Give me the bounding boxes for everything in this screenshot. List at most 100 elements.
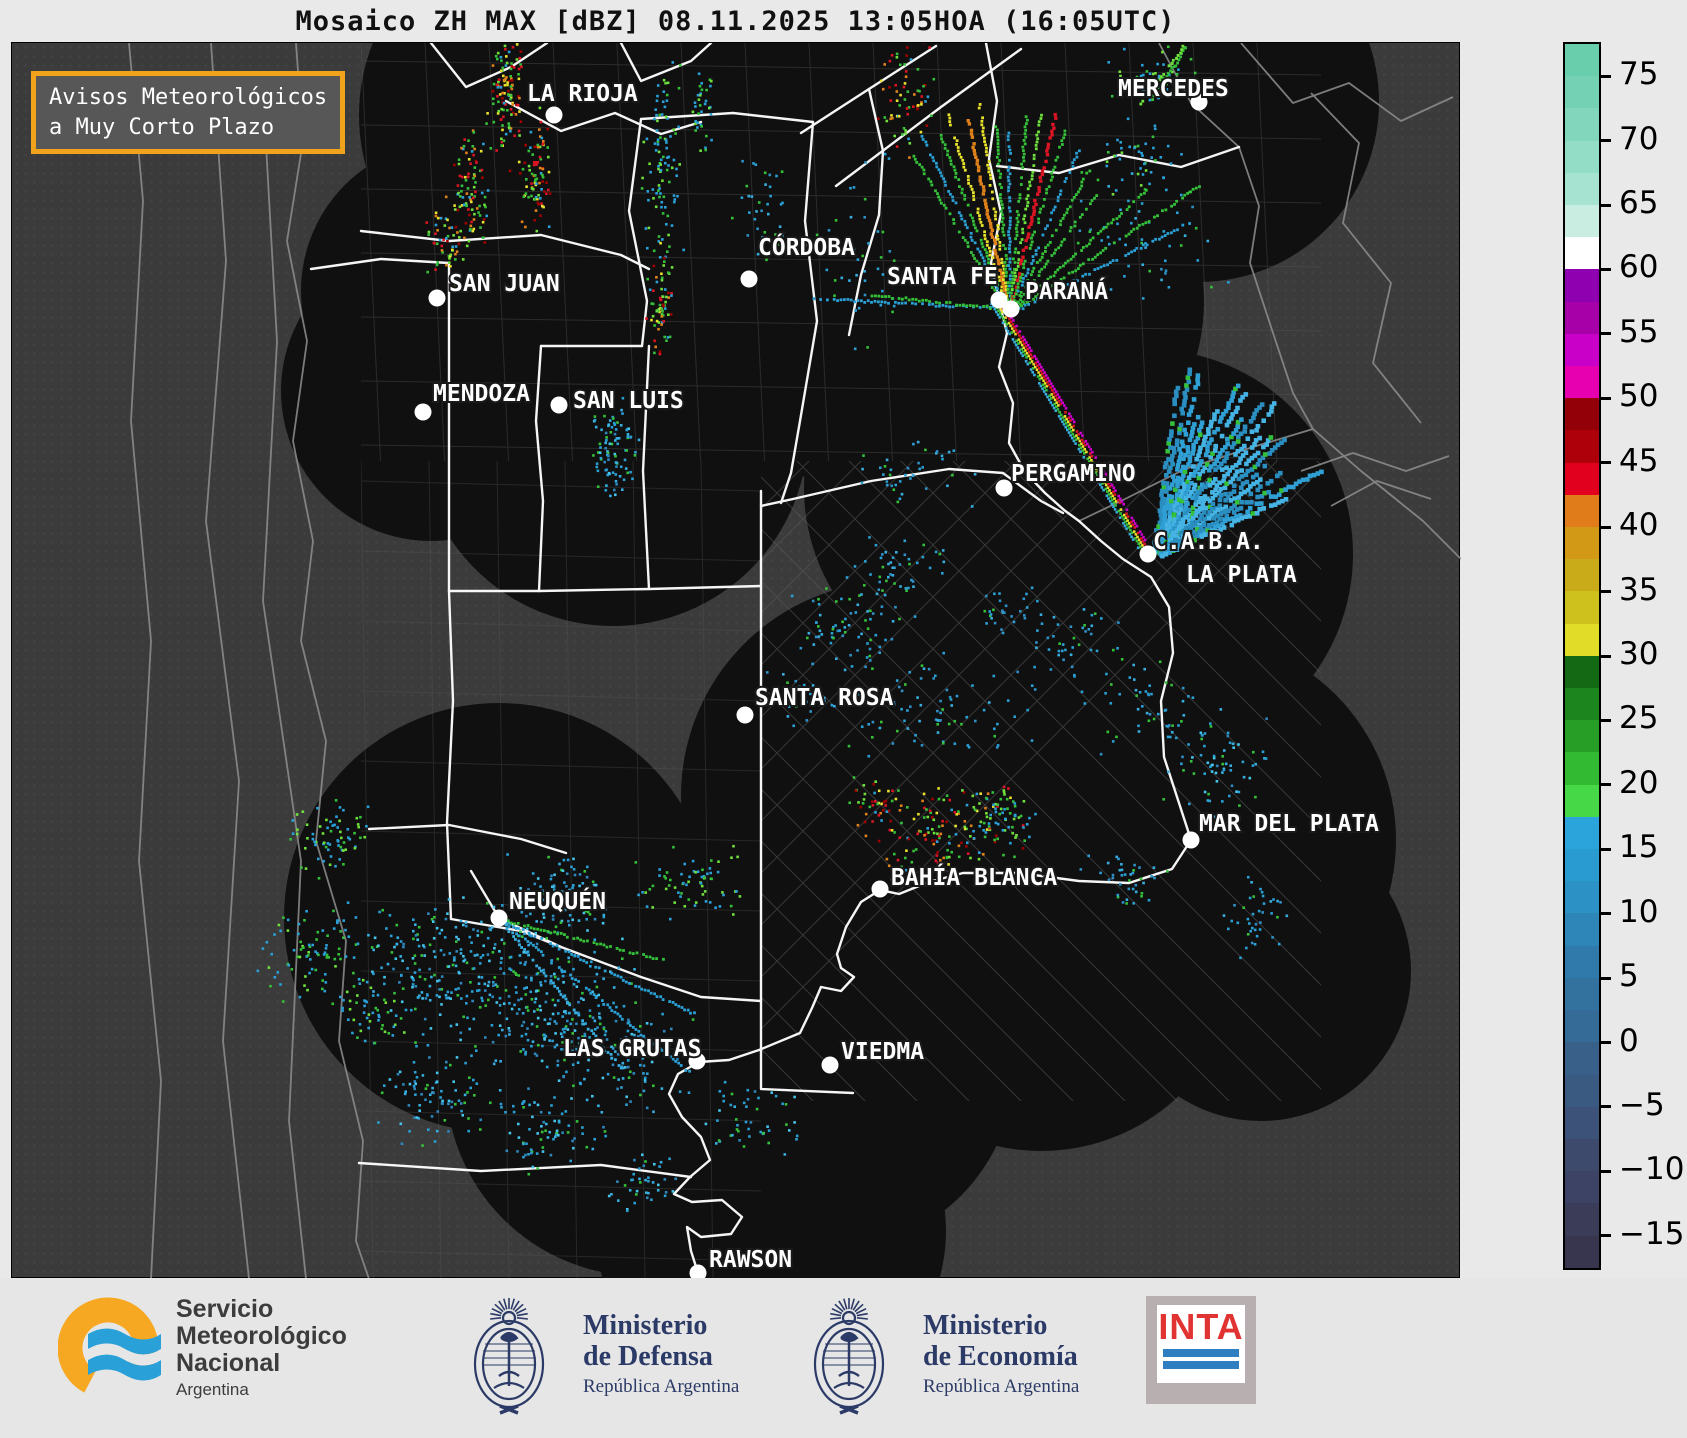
colorbar-segment bbox=[1565, 1203, 1599, 1236]
economia-subtitle: de Economía bbox=[923, 1341, 1078, 1372]
colorbar-segment bbox=[1565, 849, 1599, 882]
economia-country: República Argentina bbox=[923, 1376, 1080, 1398]
colorbar-segment bbox=[1565, 269, 1599, 302]
city-dot bbox=[740, 270, 758, 288]
colorbar-tick bbox=[1601, 461, 1611, 465]
colorbar-segment bbox=[1565, 1010, 1599, 1043]
colorbar-tick bbox=[1601, 654, 1611, 658]
colorbar-tick bbox=[1601, 847, 1611, 851]
colorbar-segment bbox=[1565, 205, 1599, 238]
colorbar-segment bbox=[1565, 945, 1599, 978]
warnings-badge[interactable]: Avisos Meteorológicos a Muy Corto Plazo bbox=[31, 71, 346, 155]
colorbar-segment bbox=[1565, 1171, 1599, 1204]
radar-map[interactable]: MERCEDES LA RIOJA SAN JUAN CÓRDOBA SANTA FE P… bbox=[11, 42, 1461, 1279]
colorbar-tick bbox=[1601, 976, 1611, 980]
colorbar-tick-label: 0 bbox=[1619, 1022, 1639, 1059]
colorbar-tick bbox=[1601, 912, 1611, 916]
colorbar-segment bbox=[1565, 333, 1599, 367]
colorbar-segment bbox=[1565, 720, 1599, 753]
colorbar-segment bbox=[1565, 1106, 1599, 1139]
colorbar-segment bbox=[1565, 559, 1599, 592]
colorbar-tick-label: −15 bbox=[1619, 1215, 1685, 1252]
defensa-country: República Argentina bbox=[583, 1376, 740, 1398]
city-dot bbox=[1002, 300, 1020, 318]
inta-logo: INTA bbox=[1146, 1296, 1256, 1404]
colorbar-segment bbox=[1565, 1042, 1599, 1075]
colorbar-segment bbox=[1565, 76, 1599, 109]
city-dot bbox=[821, 1056, 839, 1074]
coat-of-arms-icon bbox=[473, 1298, 545, 1415]
colorbar-segment bbox=[1565, 366, 1599, 399]
city-label: PARANÁ bbox=[1025, 277, 1108, 305]
colorbar-tick-label: 55 bbox=[1619, 313, 1659, 350]
city-dot bbox=[428, 289, 446, 307]
city-label: SAN JUAN bbox=[449, 271, 560, 297]
ministerio-economia-logo: Ministerio de Economía República Argenti… bbox=[792, 1288, 1079, 1420]
city-label: SANTA FE bbox=[887, 264, 998, 290]
colorbar-segment bbox=[1565, 172, 1599, 206]
colorbar-tick bbox=[1601, 590, 1611, 594]
colorbar-segment bbox=[1565, 462, 1599, 495]
radar-map-canvas: MERCEDES LA RIOJA SAN JUAN CÓRDOBA SANTA FE P… bbox=[128, 43, 1461, 1279]
city-label: SAN LUIS bbox=[573, 388, 684, 414]
city-dot bbox=[545, 106, 563, 124]
city-label: LAS GRUTAS bbox=[563, 1036, 701, 1062]
badge-line2: a Muy Corto Plazo bbox=[49, 114, 275, 140]
colorbar-tick-label: 70 bbox=[1619, 120, 1659, 157]
colorbar-tick-label: 30 bbox=[1619, 636, 1659, 672]
colorbar-segment bbox=[1565, 44, 1599, 77]
colorbar-tick bbox=[1601, 74, 1611, 78]
colorbar-segment bbox=[1565, 881, 1599, 914]
ministerio-defensa-logo: Ministerio de Defensa República Argentin… bbox=[452, 1288, 739, 1420]
inta-bar bbox=[1163, 1349, 1239, 1357]
radar-mosaic-page: Mosaico ZH MAX [dBZ] 08.11.2025 13:05HOA… bbox=[0, 0, 1687, 1438]
colorbar-segment bbox=[1565, 913, 1599, 946]
colorbar-segment bbox=[1565, 430, 1599, 463]
colorbar-tick bbox=[1601, 718, 1611, 722]
colorbar-tick bbox=[1601, 525, 1611, 529]
city-dot bbox=[550, 396, 568, 414]
colorbar-segment bbox=[1565, 591, 1599, 624]
colorbar-segment bbox=[1565, 237, 1599, 270]
colorbar-tick bbox=[1601, 1234, 1611, 1238]
colorbar-tick bbox=[1601, 783, 1611, 787]
city-label: BAHÍA BLANCA bbox=[891, 863, 1057, 891]
defensa-title: Ministerio bbox=[583, 1309, 708, 1341]
colorbar-tick-label: 10 bbox=[1619, 893, 1659, 930]
city-dot bbox=[490, 909, 508, 927]
colorbar-tick-label: 25 bbox=[1619, 700, 1659, 737]
colorbar-tick-label: −5 bbox=[1619, 1086, 1665, 1123]
footer: Servicio Meteorológico Nacional Argentin… bbox=[0, 1278, 1687, 1438]
colorbar-tick-label: 45 bbox=[1619, 442, 1659, 479]
colorbar-segment bbox=[1565, 977, 1599, 1011]
colorbar-tick-label: −10 bbox=[1619, 1151, 1685, 1188]
city-label: MAR DEL PLATA bbox=[1199, 811, 1379, 837]
inta-label: INTA bbox=[1158, 1306, 1244, 1347]
city-dot bbox=[414, 403, 432, 421]
city-la-plata: LA PLATA bbox=[1184, 560, 1299, 590]
colorbar-tick-label: 40 bbox=[1619, 507, 1659, 544]
colorbar-segment bbox=[1565, 784, 1599, 817]
colorbar-tick-label: 5 bbox=[1619, 958, 1639, 995]
city-label: NEUQUÉN bbox=[509, 887, 606, 915]
colorbar-tick bbox=[1601, 1041, 1611, 1045]
colorbar-segment bbox=[1565, 816, 1599, 850]
colorbar-tick-label: 35 bbox=[1619, 571, 1659, 608]
smn-name-1: Servicio bbox=[176, 1295, 274, 1323]
colorbar-segment bbox=[1565, 1235, 1599, 1268]
city-label: SANTA ROSA bbox=[755, 685, 894, 711]
colorbar-tick-label: 60 bbox=[1619, 249, 1659, 286]
colorbar-tick-label: 15 bbox=[1619, 829, 1659, 866]
city-dot bbox=[736, 706, 754, 724]
city-label: MERCEDES bbox=[1118, 76, 1229, 102]
city-label: LA RIOJA bbox=[527, 81, 638, 107]
city-label: CÓRDOBA bbox=[758, 233, 855, 261]
smn-logo: Servicio Meteorológico Nacional Argentin… bbox=[58, 1292, 347, 1404]
city-label: LA PLATA bbox=[1186, 562, 1297, 588]
colorbar-segment bbox=[1565, 301, 1599, 334]
defensa-subtitle: de Defensa bbox=[583, 1341, 713, 1372]
city-label: C.A.B.A. bbox=[1153, 529, 1264, 555]
colorbar-segment bbox=[1565, 108, 1599, 141]
city-dot bbox=[871, 880, 889, 898]
colorbar-tick-label: 75 bbox=[1619, 56, 1659, 93]
